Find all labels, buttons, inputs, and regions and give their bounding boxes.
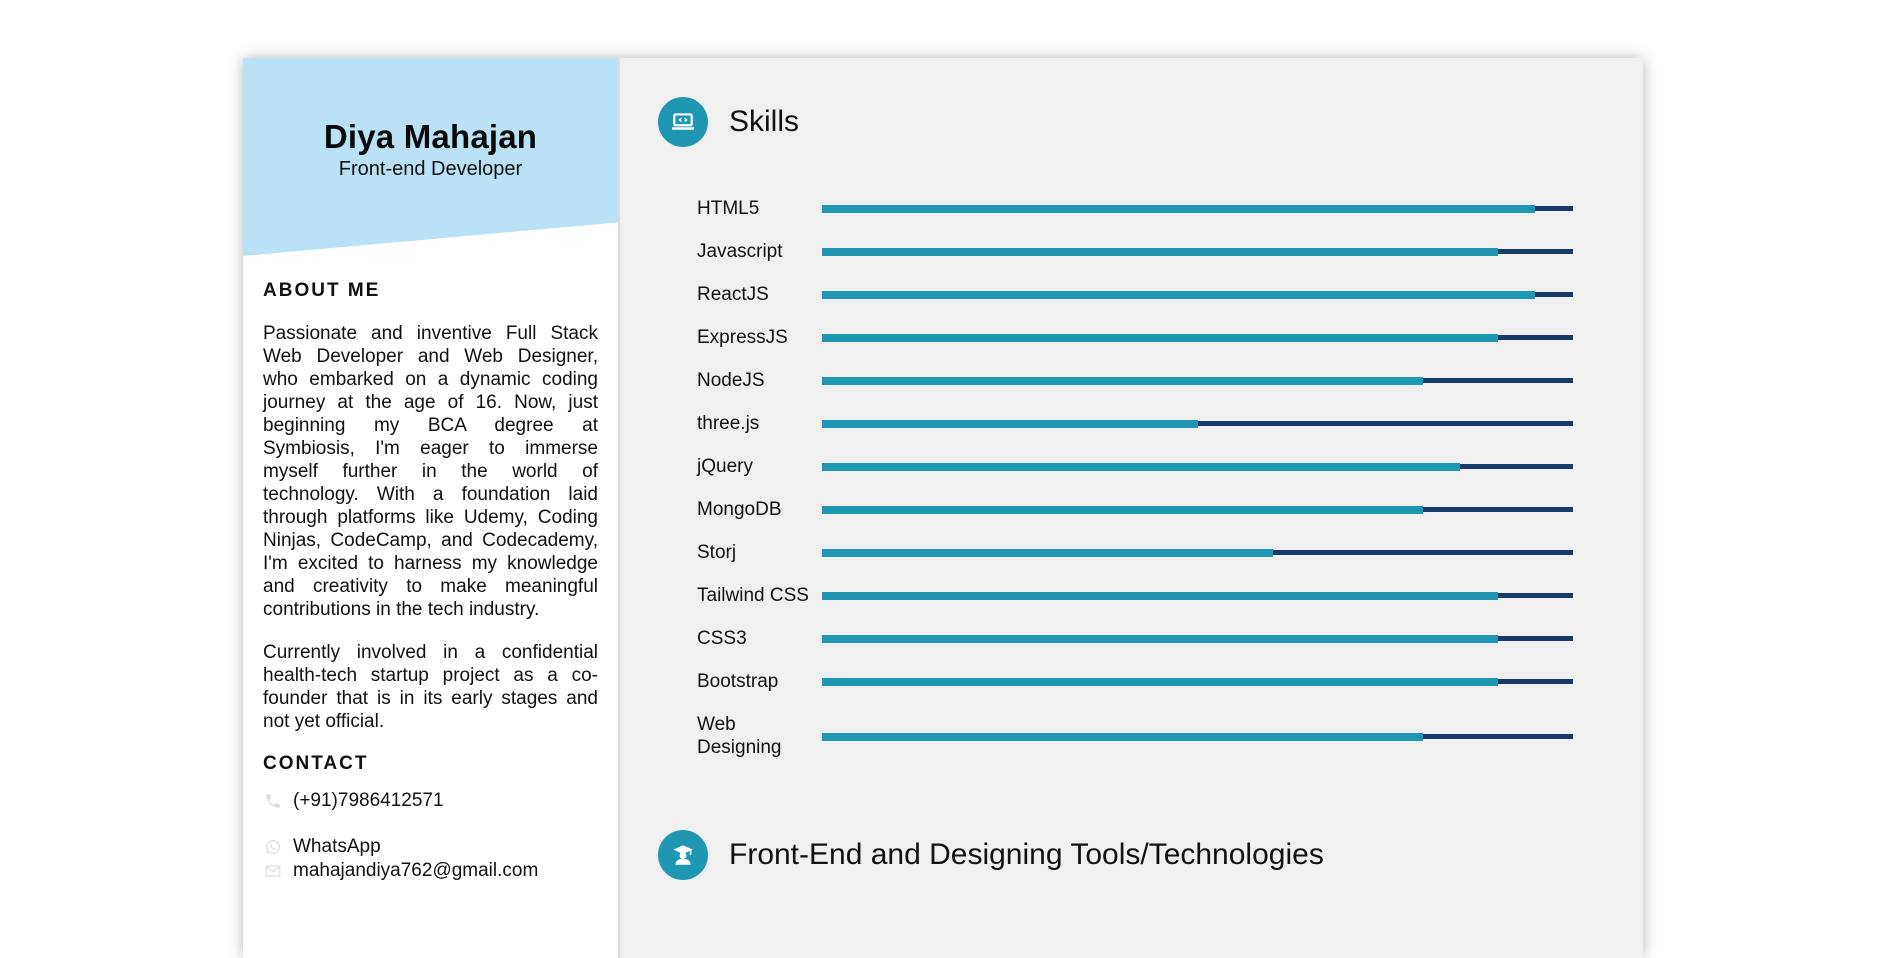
skill-bar-fill bbox=[822, 592, 1498, 600]
skill-row: Storj bbox=[697, 541, 1577, 564]
skill-bar-fill bbox=[822, 678, 1498, 686]
skill-bar bbox=[822, 506, 1573, 514]
skill-row: three.js bbox=[697, 412, 1577, 435]
skill-bar-fill bbox=[822, 334, 1498, 342]
main-content: Skills HTML5 Javascript ReactJS ExpressJS No… bbox=[633, 58, 1643, 958]
mail-icon bbox=[263, 861, 283, 881]
whatsapp-link: WhatsApp bbox=[293, 836, 381, 857]
skill-name: Bootstrap bbox=[697, 671, 779, 692]
laptop-code-icon bbox=[658, 97, 708, 147]
skill-row: Javascript bbox=[697, 240, 1577, 263]
skill-bar-fill bbox=[822, 248, 1498, 256]
skill-row: Web Designing bbox=[697, 713, 1577, 759]
skill-bar bbox=[822, 420, 1573, 428]
profile-role: Front-end Developer bbox=[338, 158, 523, 180]
skill-bar-fill bbox=[822, 549, 1273, 557]
skill-name: MongoDB bbox=[697, 499, 782, 520]
tools-title: Front-End and Designing Tools/Technologi… bbox=[729, 838, 1324, 871]
about-heading: ABOUT ME bbox=[263, 280, 381, 301]
email-address: mahajandiya762@gmail.com bbox=[293, 860, 539, 881]
skill-bar bbox=[822, 334, 1573, 342]
skill-bar bbox=[822, 205, 1573, 213]
skill-row: ReactJS bbox=[697, 283, 1577, 306]
skill-row: MongoDB bbox=[697, 498, 1577, 521]
skill-bar bbox=[822, 549, 1573, 557]
skill-bar-fill bbox=[822, 420, 1198, 428]
skill-name: ExpressJS bbox=[697, 327, 788, 348]
about-paragraph-1: Passionate and inventive Full Stack Web … bbox=[263, 323, 598, 620]
skill-name: HTML5 bbox=[697, 198, 760, 219]
skill-bar bbox=[822, 463, 1573, 471]
left-sidebar: Diya Mahajan Front-end Developer ABOUT M… bbox=[243, 58, 620, 958]
skill-bar-fill bbox=[822, 732, 1423, 741]
skills-header: Skills bbox=[658, 97, 799, 147]
contact-email[interactable]: mahajandiya762@gmail.com bbox=[263, 859, 598, 883]
skill-row: CSS3 bbox=[697, 627, 1577, 650]
graduate-icon bbox=[658, 830, 708, 880]
skill-name: CSS3 bbox=[697, 628, 747, 649]
skill-bar bbox=[822, 732, 1573, 741]
skill-name: jQuery bbox=[697, 456, 753, 477]
skill-name: Javascript bbox=[697, 241, 783, 262]
skill-row: Bootstrap bbox=[697, 670, 1577, 693]
contact-whatsapp[interactable]: WhatsApp bbox=[263, 835, 598, 859]
skill-name: Web Designing bbox=[697, 714, 782, 758]
skill-name: Tailwind CSS bbox=[697, 585, 809, 606]
skill-bar bbox=[822, 291, 1573, 299]
skill-row: jQuery bbox=[697, 455, 1577, 478]
skill-row: NodeJS bbox=[697, 369, 1577, 392]
skill-bar bbox=[822, 678, 1573, 686]
skill-name: NodeJS bbox=[697, 370, 765, 391]
skill-bar-fill bbox=[822, 506, 1423, 514]
contact-phone[interactable]: (+91)7986412571 bbox=[263, 789, 598, 813]
skill-bar-fill bbox=[822, 205, 1536, 213]
skill-row: HTML5 bbox=[697, 197, 1577, 220]
whatsapp-icon bbox=[263, 837, 283, 857]
phone-number: (+91)7986412571 bbox=[293, 790, 444, 811]
skill-row: Tailwind CSS bbox=[697, 584, 1577, 607]
skill-bar bbox=[822, 635, 1573, 643]
tools-header: Front-End and Designing Tools/Technologi… bbox=[658, 830, 1324, 880]
skill-name: Storj bbox=[697, 542, 737, 563]
sidebar-content: ABOUT ME Passionate and inventive Full S… bbox=[263, 280, 598, 883]
skill-bar bbox=[822, 377, 1573, 385]
profile-banner bbox=[243, 58, 618, 256]
skill-bar-fill bbox=[822, 291, 1536, 299]
skill-bar-fill bbox=[822, 463, 1461, 471]
skill-name: ReactJS bbox=[697, 284, 769, 305]
skill-bar bbox=[822, 248, 1573, 256]
skill-bar bbox=[822, 592, 1573, 600]
skill-row: ExpressJS bbox=[697, 326, 1577, 349]
contact-heading: CONTACT bbox=[263, 753, 369, 774]
phone-icon bbox=[263, 791, 283, 811]
skill-bar-fill bbox=[822, 377, 1423, 385]
skill-bar-fill bbox=[822, 635, 1498, 643]
resume-card: Diya Mahajan Front-end Developer ABOUT M… bbox=[243, 58, 1643, 958]
profile-name: Diya Mahajan bbox=[323, 118, 538, 155]
skill-name: three.js bbox=[697, 413, 760, 434]
skills-title: Skills bbox=[729, 105, 800, 138]
about-paragraph-2: Currently involved in a confidential hea… bbox=[263, 642, 598, 732]
